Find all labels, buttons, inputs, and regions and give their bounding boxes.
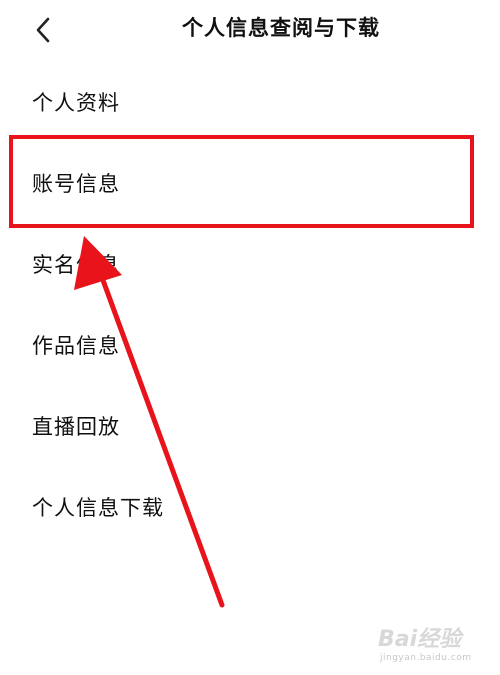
menu-item-real-name-info[interactable]: 实名信息 <box>0 224 480 304</box>
menu-item-personal-info-download[interactable]: 个人信息下载 <box>0 467 480 547</box>
watermark-brand: Bai经验 <box>378 627 462 652</box>
watermark-url: jingyan.baidu.com <box>380 653 472 663</box>
menu-item-label: 个人信息下载 <box>32 496 164 520</box>
menu-item-label: 作品信息 <box>32 334 120 358</box>
page-title: 个人信息查阅与下载 <box>182 16 380 40</box>
menu-item-works-info[interactable]: 作品信息 <box>0 305 480 385</box>
menu-item-label: 账号信息 <box>32 172 120 196</box>
menu-item-label: 实名信息 <box>32 253 120 277</box>
baidu-jingyan-watermark: Bai经验 jingyan.baidu.com <box>374 615 484 665</box>
menu-item-profile[interactable]: 个人资料 <box>0 62 480 142</box>
menu-item-account-info[interactable]: 账号信息 <box>0 143 480 223</box>
top-nav-bar: 个人信息查阅与下载 <box>0 0 500 60</box>
menu-item-live-replay[interactable]: 直播回放 <box>0 386 480 466</box>
menu-item-label: 直播回放 <box>32 415 120 439</box>
menu-item-label: 个人资料 <box>32 91 120 115</box>
